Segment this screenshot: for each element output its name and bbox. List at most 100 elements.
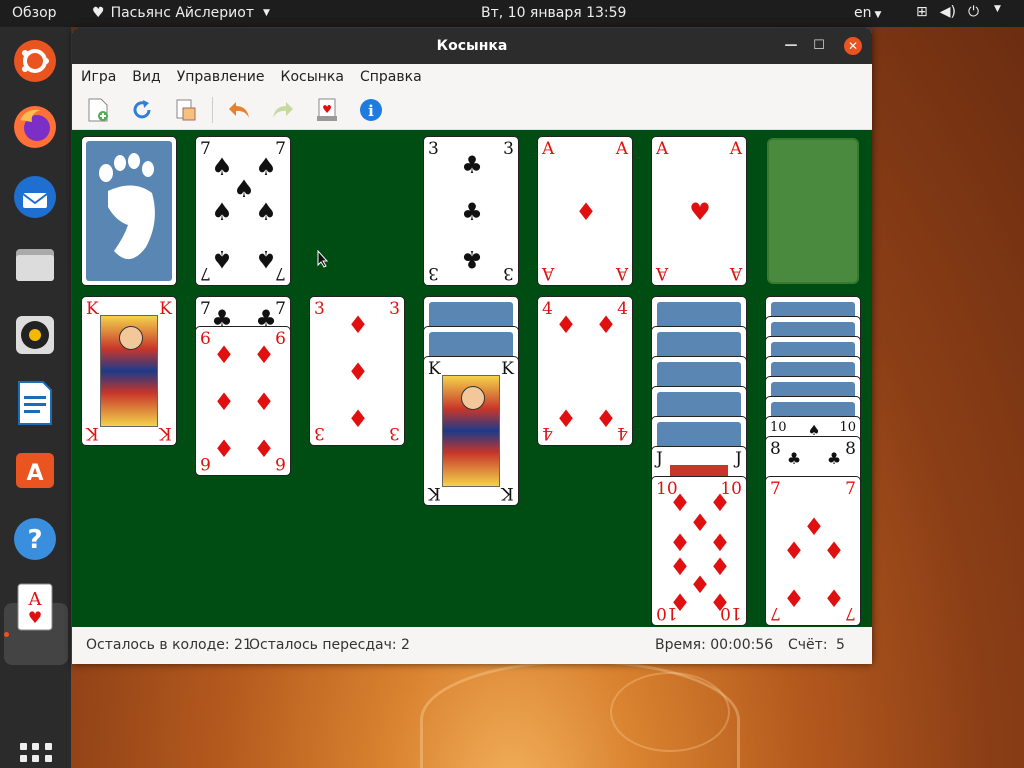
files-icon[interactable] [11,241,59,289]
power-icon: ⏻ [967,4,980,20]
rhythmbox-icon[interactable] [11,311,59,359]
foundation-empty-slot[interactable] [767,138,859,284]
redeals-remaining-label: Осталось пересдач: 2 [249,637,410,653]
card-rank: 3 [389,299,400,319]
menu-game[interactable]: Игра [81,69,116,85]
card-rank: 3 [428,263,439,283]
spade-icon: ♠ [211,153,233,181]
system-tray[interactable]: ⊞ ◀) ⏻ ▼ [916,4,1001,20]
spade-icon: ♠ [255,198,277,226]
foundation-hearts[interactable]: A A A A ♥ [651,136,747,286]
tableau-card[interactable]: K K K K [423,356,519,506]
foundation-clubs[interactable]: 3 3 3 3 ♣ ♣ ♣ [423,136,519,286]
close-button[interactable]: ✕ [844,37,862,55]
ubuntu-software-icon[interactable] [11,37,59,85]
libreoffice-writer-icon[interactable] [11,379,59,427]
diamond-icon: ♦ [823,537,845,565]
stock-pile[interactable] [81,136,177,286]
window-titlebar[interactable]: Косынка — ☐ ✕ [72,28,872,64]
card-rank: A [615,139,628,159]
club-icon: ♣ [461,151,483,179]
diamond-icon: ♦ [689,571,711,599]
score-label: Счёт: [788,637,828,653]
diamond-icon: ♦ [669,529,691,557]
club-icon: ♣ [461,245,483,273]
card-rank: K [501,359,514,379]
restart-icon[interactable] [130,98,154,122]
tableau-card[interactable]: 10 10 10 10 ♦ ♦ ♦ ♦ ♦ ♦ ♦ ♦ ♦ ♦ [651,476,747,626]
card-rank: A [656,139,669,159]
time-label: Время: 00:00:56 [655,637,774,653]
gnome-foot-icon [99,153,155,260]
card-rank: 10 [839,420,856,435]
help-icon[interactable]: ? [11,515,59,563]
waste-card[interactable]: 7 7 7 7 ♠ ♠ ♠ ♠ ♠ ♠ ♠ [195,136,291,286]
tableau-card[interactable]: 3 3 3 3 ♦ ♦ ♦ [309,296,405,446]
diamond-icon: ♦ [823,585,845,613]
menu-klondike[interactable]: Косынка [281,69,344,85]
spade-icon: ♠ [255,153,277,181]
card-rank: 8 [845,439,856,459]
card-rank: 7 [200,299,211,319]
hint-icon[interactable] [174,98,198,122]
king-portrait [100,315,158,427]
tableau-card[interactable]: K K K K [81,296,177,446]
club-icon: ♣ [461,198,483,226]
wallpaper-decoration [610,672,730,752]
spade-icon: ♠ [211,198,233,226]
card-rank: 7 [200,139,211,159]
spade-icon: ♠ [255,245,277,273]
card-rank: 4 [617,423,628,443]
card-rank: 7 [770,603,781,623]
game-table[interactable]: 7 7 7 7 ♠ ♠ ♠ ♠ ♠ ♠ ♠ 3 3 3 3 ♣ ♣ ♣ A A … [72,130,872,627]
diamond-icon: ♦ [709,489,731,517]
svg-text:♥: ♥ [28,608,42,627]
tableau-card[interactable]: 6 6 6 6 ♦ ♦ ♦ ♦ ♦ ♦ [195,326,291,476]
stock-remaining-label: Осталось в колоде: 21 [86,637,252,653]
solitaire-icon[interactable]: A ♥ [11,583,59,631]
diamond-icon: ♦ [595,311,617,339]
new-game-icon[interactable] [86,98,110,122]
caret-down-icon: ▼ [262,8,270,18]
menu-help[interactable]: Справка [360,69,422,85]
minimize-button[interactable]: — [782,37,800,55]
menu-control[interactable]: Управление [177,69,265,85]
app-menu[interactable]: ♥ Пасьянс Айслериот ▼ [92,5,270,21]
info-icon[interactable]: i [359,98,383,122]
card-rank: 3 [314,299,325,319]
heart-icon: ♥ [92,5,105,21]
card-rank: 4 [542,423,553,443]
svg-text:?: ? [27,525,42,555]
app-store-icon[interactable]: A [11,445,59,493]
foundation-diamonds[interactable]: A A A A ♦ [537,136,633,286]
show-applications-button[interactable] [20,743,52,768]
card-rank: A [729,263,742,283]
card-rank: 6 [200,329,211,349]
undo-icon[interactable] [227,98,251,122]
top-bar: Обзор ♥ Пасьянс Айслериот ▼ Вт, 10 январ… [0,0,1024,27]
card-rank: 3 [503,139,514,159]
diamond-icon: ♦ [253,435,275,463]
language-indicator[interactable]: en ▼ [854,5,881,21]
mouse-cursor-icon [317,250,329,268]
maximize-button[interactable]: ☐ [810,37,828,55]
diamond-icon: ♦ [709,529,731,557]
card-rank: 8 [770,439,781,459]
tableau-card[interactable]: 4 4 4 4 ♦ ♦ ♦ ♦ [537,296,633,446]
app-menu-label: Пасьянс Айслериот [110,5,254,21]
tableau-card[interactable]: 7 7 7 7 ♦ ♦ ♦ ♦ ♦ [765,476,861,626]
solitaire-window: Косынка — ☐ ✕ Игра Вид Управление Косынк… [72,28,872,664]
deal-icon[interactable]: ♥ [315,98,339,122]
card-rank: A [729,139,742,159]
card-rank: A [615,263,628,283]
redo-icon[interactable] [271,98,295,122]
menu-view[interactable]: Вид [132,69,160,85]
svg-text:i: i [368,102,374,120]
network-icon: ⊞ [916,4,928,20]
diamond-icon: ♦ [347,358,369,386]
clock[interactable]: Вт, 10 января 13:59 [481,5,626,21]
thunderbird-icon[interactable] [11,173,59,221]
card-rank: K [86,423,99,443]
activities-button[interactable]: Обзор [12,5,57,21]
firefox-icon[interactable] [11,103,59,151]
